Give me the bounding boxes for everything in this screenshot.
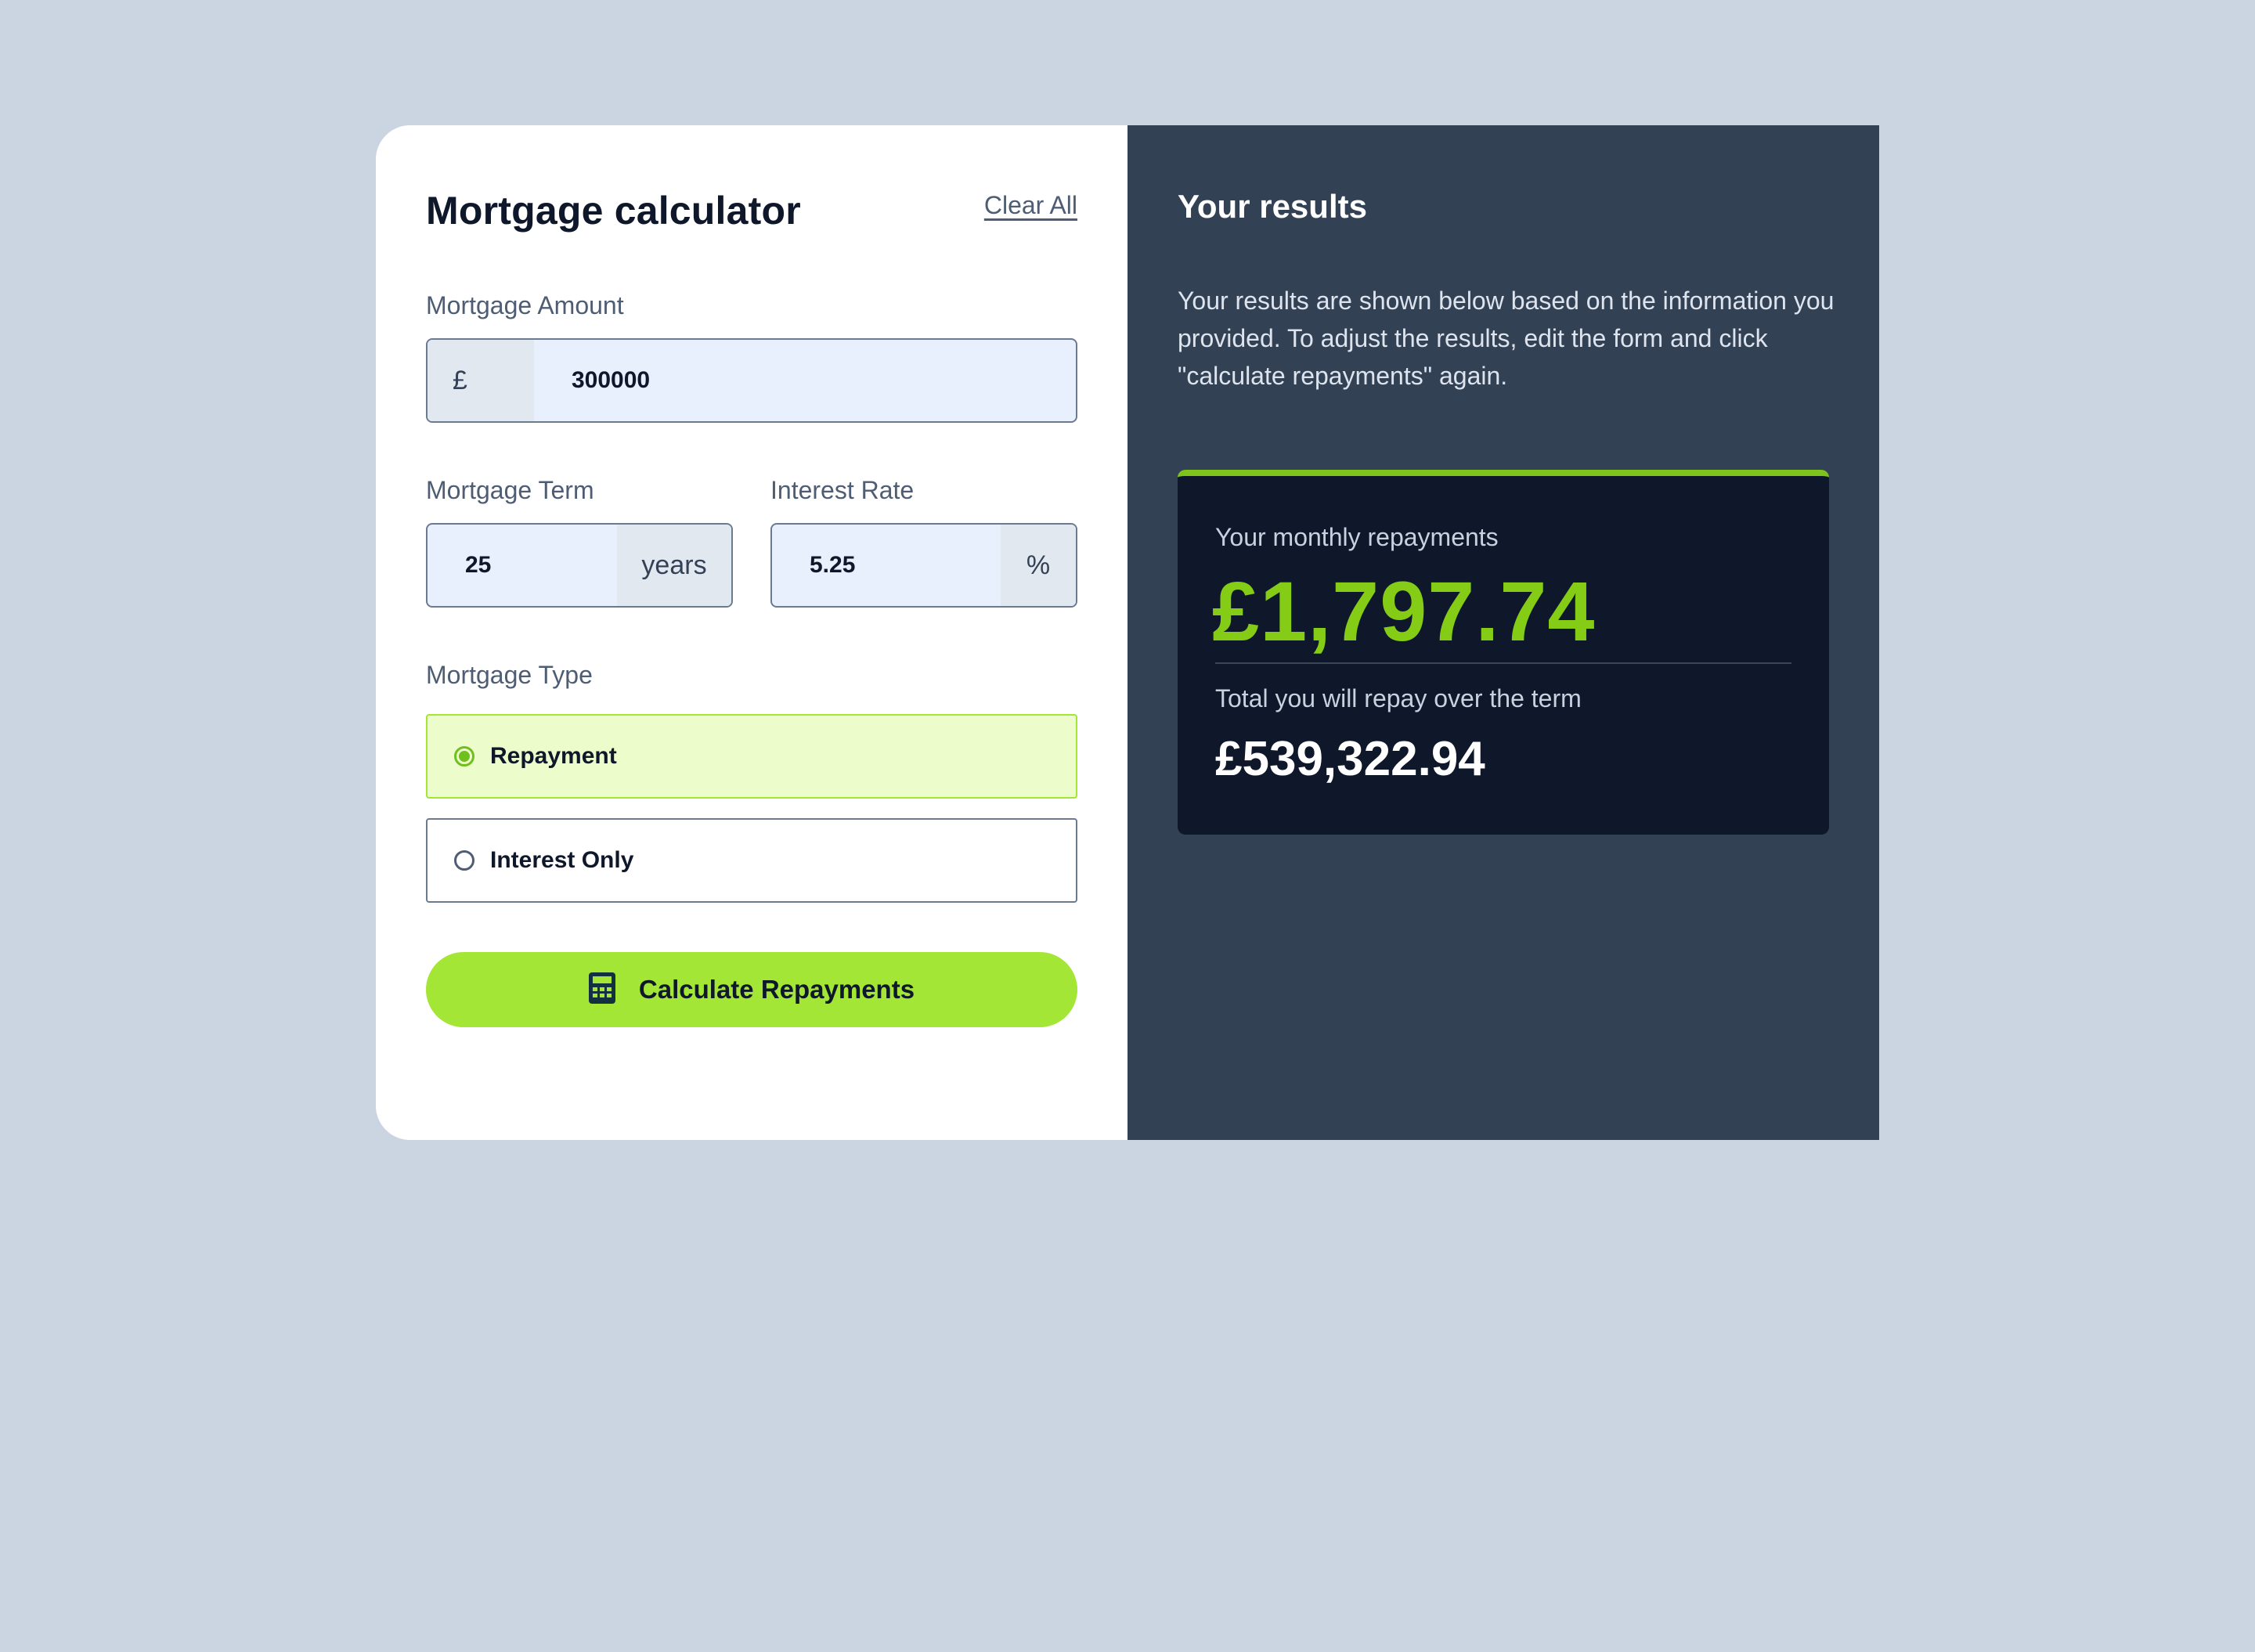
radio-interest-only-label: Interest Only xyxy=(490,847,634,873)
radio-repayment-label: Repayment xyxy=(490,743,617,769)
mortgage-amount-field[interactable]: £ 300000 xyxy=(426,338,1077,423)
page-title: Mortgage calculator xyxy=(426,189,801,233)
calculate-repayments-button[interactable]: Calculate Repayments xyxy=(426,952,1077,1027)
percent-suffix: % xyxy=(1001,525,1076,606)
results-summary-card: Your monthly repayments £1,797.74 Total … xyxy=(1178,470,1829,835)
mortgage-term-input[interactable]: 25 xyxy=(428,525,617,606)
mortgage-amount-input[interactable]: 300000 xyxy=(534,340,1076,421)
currency-prefix: £ xyxy=(428,340,534,421)
results-panel: Your results Your results are shown belo… xyxy=(1128,125,1879,1140)
mortgage-amount-label: Mortgage Amount xyxy=(426,291,624,319)
total-repay-label: Total you will repay over the term xyxy=(1215,684,1582,712)
radio-selected-icon xyxy=(454,746,474,766)
form-header: Mortgage calculator Clear All xyxy=(426,188,1077,251)
interest-rate-input[interactable]: 5.25 xyxy=(772,525,1001,606)
calculator-icon xyxy=(588,972,615,1008)
interest-rate-label: Interest Rate xyxy=(770,476,915,504)
radio-unselected-icon xyxy=(454,850,474,871)
term-suffix: years xyxy=(617,525,731,606)
mortgage-term-label: Mortgage Term xyxy=(426,476,594,504)
radio-repayment[interactable]: Repayment xyxy=(426,714,1077,799)
mortgage-type-label: Mortgage Type xyxy=(426,661,593,689)
calculator-form-panel: Mortgage calculator Clear All Mortgage A… xyxy=(376,125,1128,1140)
results-title: Your results xyxy=(1178,188,1367,225)
clear-all-link[interactable]: Clear All xyxy=(984,191,1077,220)
mortgage-term-field[interactable]: 25 years xyxy=(426,523,733,608)
radio-interest-only[interactable]: Interest Only xyxy=(426,818,1077,903)
monthly-repayments-label: Your monthly repayments xyxy=(1215,523,1499,551)
calculate-button-label: Calculate Repayments xyxy=(638,975,915,1004)
total-repay-value: £539,322.94 xyxy=(1215,732,1485,786)
interest-rate-field[interactable]: 5.25 % xyxy=(770,523,1077,608)
monthly-repayments-value: £1,797.74 xyxy=(1212,564,1596,658)
results-description: Your results are shown below based on th… xyxy=(1178,287,1835,390)
mortgage-calculator-card: Mortgage calculator Clear All Mortgage A… xyxy=(376,125,1879,1140)
results-divider xyxy=(1215,662,1791,664)
